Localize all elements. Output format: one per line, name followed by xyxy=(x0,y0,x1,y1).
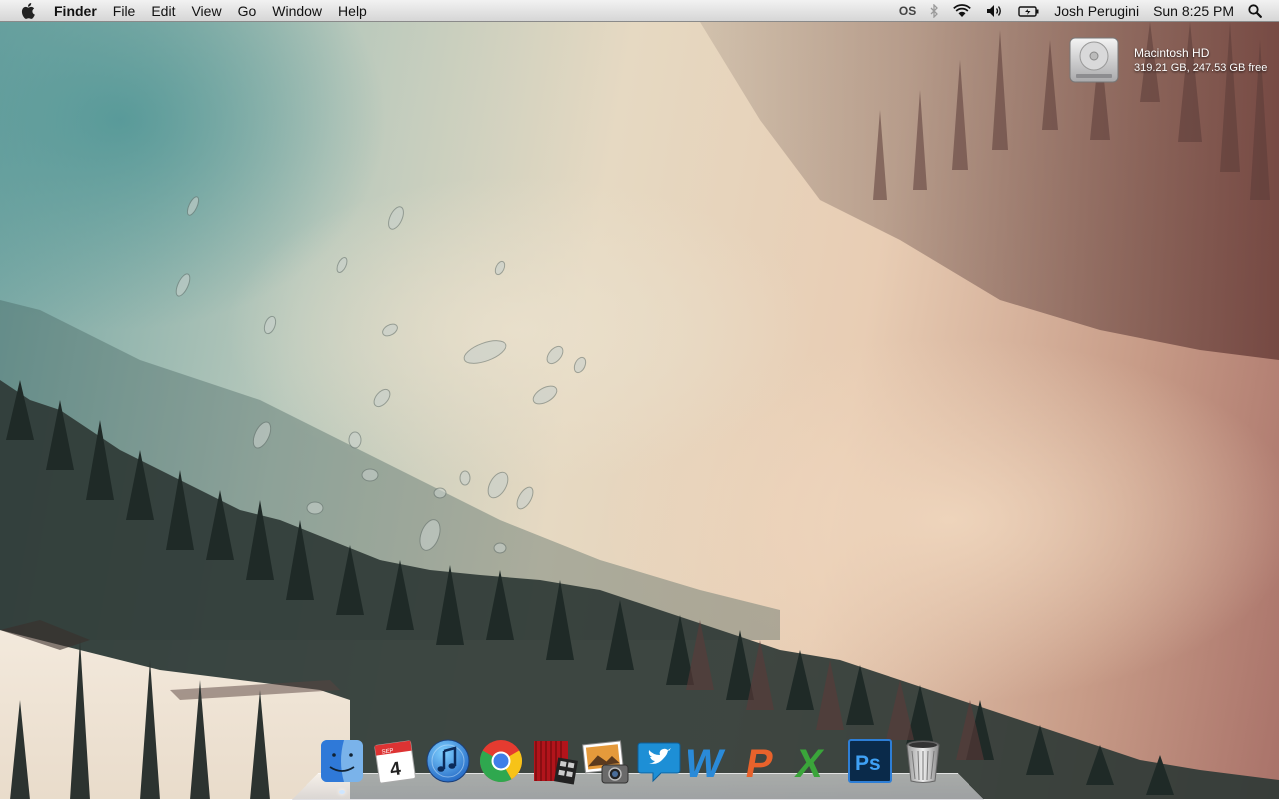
battery-glyph xyxy=(1018,5,1039,17)
apple-icon[interactable] xyxy=(20,2,36,20)
menu-bar: Finder File Edit View Go Window Help OS xyxy=(0,0,1279,22)
word-icon: W xyxy=(688,741,727,785)
menu-help[interactable]: Help xyxy=(330,0,375,22)
magnifier-glyph xyxy=(1248,3,1262,18)
spotlight-search-icon[interactable] xyxy=(1241,3,1269,18)
menu-go[interactable]: Go xyxy=(230,0,265,22)
finder-icon xyxy=(321,740,364,782)
dock-item-calendar[interactable]: SEP 4 xyxy=(371,737,419,785)
menu-file[interactable]: File xyxy=(105,0,144,22)
desktop-wallpaper xyxy=(0,0,1279,799)
dock: SEP 4 W P X Ps xyxy=(316,733,949,794)
photo-booth-icon xyxy=(533,741,578,785)
menu-view[interactable]: View xyxy=(183,0,229,22)
calendar-icon: SEP 4 xyxy=(374,740,417,784)
volume-icon[interactable] xyxy=(979,4,1011,18)
bluetooth-icon[interactable] xyxy=(923,3,945,18)
wifi-glyph xyxy=(953,3,972,17)
wallpaper-art xyxy=(0,22,1279,799)
trash-icon xyxy=(906,740,940,783)
excel-icon: X xyxy=(793,741,827,785)
clock[interactable]: Sun 8:25 PM xyxy=(1146,0,1241,22)
dock-item-word[interactable]: W xyxy=(688,737,736,785)
dock-item-trash[interactable] xyxy=(899,737,947,785)
hard-drive-icon[interactable] xyxy=(1066,32,1122,88)
volume-glyph xyxy=(987,4,1002,17)
dock-item-twitter[interactable] xyxy=(635,737,683,785)
powerpoint-letter: P xyxy=(742,741,777,785)
dock-item-excel[interactable]: X xyxy=(793,737,841,785)
drive-label[interactable]: Macintosh HD 319.21 GB, 247.53 GB free xyxy=(1134,46,1267,75)
battery-icon[interactable] xyxy=(1011,4,1047,18)
menu-app-name[interactable]: Finder xyxy=(50,0,105,22)
dock-item-chrome[interactable] xyxy=(477,737,525,785)
apple-glyph xyxy=(21,2,35,19)
dock-item-iphoto[interactable] xyxy=(582,737,630,785)
powerpoint-icon: P xyxy=(742,741,777,785)
photoshop-label: Ps xyxy=(855,752,881,775)
twitter-icon xyxy=(637,742,681,783)
lastfm-icon[interactable]: OS xyxy=(892,0,923,22)
user-name[interactable]: Josh Perugini xyxy=(1047,0,1146,22)
bluetooth-glyph xyxy=(930,3,939,18)
chrome-icon xyxy=(479,740,522,783)
drive-capacity: 319.21 GB, 247.53 GB free xyxy=(1134,62,1268,74)
excel-letter: X xyxy=(793,741,827,785)
menu-window[interactable]: Window xyxy=(264,0,330,22)
photoshop-icon: Ps xyxy=(848,739,893,783)
itunes-icon xyxy=(426,739,470,783)
iphoto-icon xyxy=(582,740,629,784)
drive-name: Macintosh HD xyxy=(1134,46,1210,60)
wifi-icon[interactable] xyxy=(945,3,979,18)
dock-item-finder[interactable] xyxy=(318,737,366,794)
dock-item-itunes[interactable] xyxy=(424,737,472,785)
word-letter: W xyxy=(688,741,727,785)
menu-edit[interactable]: Edit xyxy=(143,0,183,22)
hard-drive-glyph xyxy=(1069,37,1119,83)
dock-item-powerpoint[interactable]: P xyxy=(741,737,789,785)
dock-item-photoshop[interactable]: Ps xyxy=(846,737,894,785)
dock-item-photo-booth[interactable] xyxy=(530,737,578,785)
